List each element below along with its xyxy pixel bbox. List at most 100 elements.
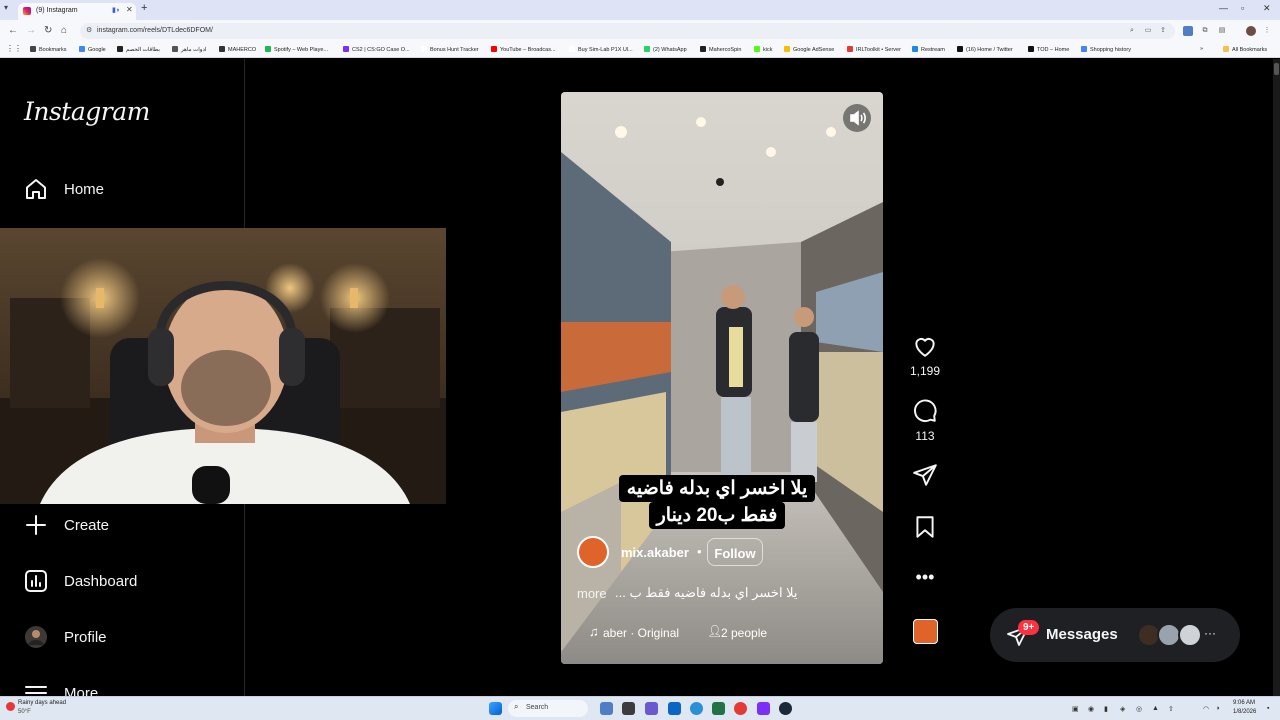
wifi-icon[interactable]: ◠: [1203, 705, 1209, 713]
tray-icon[interactable]: ⇧: [1168, 705, 1174, 713]
taskbar-app-icon[interactable]: [622, 702, 635, 715]
messages-drawer-button[interactable]: 9+ Messages ···: [990, 608, 1240, 662]
tray-icon[interactable]: ▲: [1152, 705, 1159, 712]
save-button[interactable]: [905, 514, 945, 543]
bookmark-item[interactable]: Google: [79, 46, 106, 53]
taskbar-app-icon[interactable]: [734, 702, 747, 715]
bookmark-item[interactable]: CS2 | CS:GO Case O...: [343, 46, 410, 53]
bookmark-item[interactable]: Buy Sim-Lab P1X Ul...: [569, 46, 633, 53]
instagram-logo[interactable]: Instagram: [24, 97, 150, 126]
all-bookmarks-folder[interactable]: All Bookmarks: [1223, 46, 1267, 53]
profile-avatar-icon[interactable]: [1246, 26, 1256, 36]
bookmark-item[interactable]: Restream: [912, 46, 945, 53]
start-button[interactable]: [489, 702, 502, 715]
taskbar-search[interactable]: ⌕ Search: [508, 700, 588, 717]
bookmark-item[interactable]: Shopping history: [1081, 46, 1131, 53]
minimize-icon[interactable]: —: [1219, 3, 1228, 13]
weather-icon[interactable]: [6, 702, 15, 711]
audio-label[interactable]: aber · Original: [603, 626, 679, 640]
audio-thumbnail[interactable]: [913, 619, 938, 644]
sidebar-item-dashboard[interactable]: Dashboard: [24, 569, 234, 599]
weather-title[interactable]: Rainy days ahead: [18, 700, 66, 706]
url-field[interactable]: ⚙ instagram.com/reels/DTLdec6DFOM/: [80, 23, 1175, 39]
taskbar-app-icon[interactable]: [600, 702, 613, 715]
split-view-icon[interactable]: ▤: [1217, 26, 1227, 36]
follow-button[interactable]: Follow: [707, 538, 763, 566]
tray-icon[interactable]: ◎: [1136, 705, 1142, 713]
sidebar-item-profile[interactable]: Profile: [24, 625, 234, 655]
share-button[interactable]: [905, 462, 945, 491]
taskbar-app-icon[interactable]: [757, 702, 770, 715]
taskbar-app-icon[interactable]: [712, 702, 725, 715]
reel-description: يلا اخسر اي بدله فاضيه فقط ب ...: [615, 585, 798, 600]
bookmark-item[interactable]: TOD – Home: [1028, 46, 1069, 53]
sidebar-label-dashboard: Dashboard: [64, 573, 138, 590]
bookmark-item[interactable]: MAHERCO: [219, 46, 256, 53]
tray-icon[interactable]: ◈: [1120, 705, 1125, 713]
bookmark-item[interactable]: ادوات ماهر: [172, 46, 206, 53]
message-avatar: [1178, 623, 1202, 647]
more-options-button[interactable]: •••: [905, 567, 945, 588]
tray-icon[interactable]: ▮: [1104, 705, 1108, 713]
window-close-icon[interactable]: ✕: [1263, 3, 1271, 14]
home-icon[interactable]: ⌂: [61, 25, 67, 36]
back-icon[interactable]: ←: [8, 25, 18, 36]
browser-menu-icon[interactable]: ⋮: [1262, 26, 1272, 36]
bookmarks-overflow-icon[interactable]: »: [1200, 46, 1203, 52]
author-avatar[interactable]: [577, 536, 609, 568]
follow-label: Follow: [714, 546, 756, 561]
page-scrollbar[interactable]: [1273, 59, 1280, 696]
browser-tab[interactable]: (9) Instagram ▮◗ ✕: [18, 3, 136, 20]
bookmark-item[interactable]: YouTube – Broadcas...: [491, 46, 556, 53]
volume-icon[interactable]: ◗: [1216, 705, 1220, 712]
install-app-icon[interactable]: ▭: [1143, 26, 1153, 36]
taskbar-app-icon[interactable]: [690, 702, 703, 715]
profile-avatar: [25, 626, 47, 648]
tab-close-icon[interactable]: ✕: [126, 5, 133, 14]
more-horizontal-icon: •••: [915, 567, 935, 587]
bookmark-item[interactable]: (16) Home / Twitter: [957, 46, 1013, 53]
tray-icon[interactable]: ◉: [1088, 705, 1094, 713]
scrollbar-thumb[interactable]: [1274, 63, 1279, 75]
forward-icon[interactable]: →: [26, 25, 36, 36]
taskbar-app-icon[interactable]: [779, 702, 792, 715]
tab-audio-icon[interactable]: ▮◗: [112, 6, 120, 14]
bookmark-item[interactable]: Bonus Hunt Tracker: [421, 46, 479, 53]
bookmark-item[interactable]: (2) WhatsApp: [644, 46, 687, 53]
comment-button[interactable]: 113: [905, 398, 945, 443]
zoom-icon[interactable]: ⌕: [1127, 26, 1137, 36]
extension-icon[interactable]: ⧉: [1200, 26, 1210, 36]
sidebar-item-home[interactable]: Home: [24, 177, 234, 207]
tray-icon[interactable]: ▣: [1072, 705, 1079, 713]
maximize-icon[interactable]: ▫: [1241, 3, 1244, 13]
extension-meet-icon[interactable]: [1183, 26, 1193, 36]
tab-list-icon[interactable]: ▾: [4, 3, 8, 12]
like-button[interactable]: 1,199: [905, 333, 945, 378]
tab-title: (9) Instagram: [36, 7, 78, 14]
tagged-people[interactable]: 2 people: [721, 626, 767, 640]
more-link[interactable]: more: [577, 586, 607, 601]
bookmark-item[interactable]: kick: [754, 46, 772, 53]
author-username[interactable]: mix.akaber: [621, 545, 689, 560]
bookmark-item[interactable]: MahercoSpin: [700, 46, 741, 53]
mute-button[interactable]: [843, 104, 871, 132]
bookmark-item[interactable]: Bookmarks: [30, 46, 67, 53]
reel-video[interactable]: يلا اخسر اي بدله فاضيه فقط ب20 دينار mix…: [561, 92, 883, 664]
person-icon: 👤︎: [707, 624, 723, 638]
taskbar-app-icon[interactable]: [645, 702, 658, 715]
clock-time[interactable]: 9:06 AM: [1233, 700, 1255, 706]
reload-icon[interactable]: ↻: [44, 25, 52, 36]
dashboard-icon: [25, 570, 47, 592]
taskbar-app-icon[interactable]: [668, 702, 681, 715]
notification-icon[interactable]: ▪: [1267, 705, 1269, 712]
bookmark-item[interactable]: Google AdSense: [784, 46, 834, 53]
site-info-icon[interactable]: ⚙: [86, 26, 92, 34]
apps-icon[interactable]: ⋮⋮: [6, 44, 22, 53]
sidebar-item-create[interactable]: Create: [24, 513, 234, 543]
bookmark-item[interactable]: Spotify – Web Playe...: [265, 46, 328, 53]
new-tab-button[interactable]: +: [141, 2, 147, 14]
bookmark-item[interactable]: IRLToolkit • Server: [847, 46, 901, 53]
sidebar-label-create: Create: [64, 517, 110, 534]
bookmark-item[interactable]: بطاقات الخصم: [117, 46, 160, 53]
sidebar-item-more[interactable]: More: [24, 681, 234, 696]
